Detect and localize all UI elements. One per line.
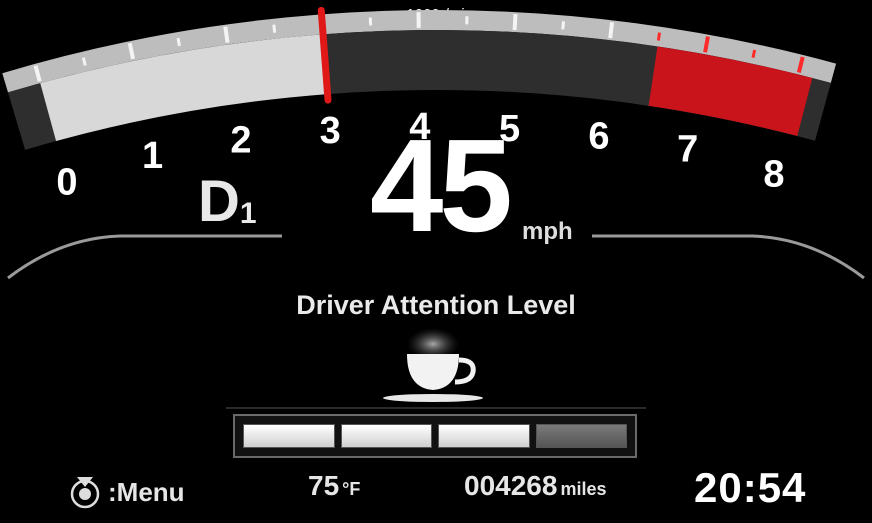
tach-label: 0 [56,162,77,200]
speed-unit: mph [522,218,573,245]
gear-letter: D [198,169,240,234]
menu-label: :Menu [108,476,185,507]
menu-hint: :Menu [68,470,185,514]
attention-level-bar [233,414,637,458]
tach-tick [751,49,757,59]
tach-label: 3 [320,110,341,152]
outside-temperature: 75 °F [308,470,360,514]
tach-tick [703,36,710,53]
steering-control-icon [70,477,100,509]
tach-tick [608,22,615,39]
clock: 20:54 [694,464,807,511]
tach-label: 6 [588,115,609,157]
attention-title: Driver Attention Level [296,290,576,320]
odometer-value: 004268 [464,470,558,501]
tach-tick [561,21,565,30]
attention-segment [340,424,432,448]
tach-tick [512,13,518,31]
tach-tick [272,24,277,33]
attention-segment [438,424,530,448]
tach-tick [176,37,181,47]
coffee-cup-icon [383,328,483,402]
speed-value: 45 [370,112,513,259]
temperature-unit: °F [342,479,361,499]
tach-label: 2 [230,120,251,162]
tach-tick [656,32,662,41]
tach-tick [81,57,87,66]
attention-segment [535,424,627,448]
temperature-value: 75 [308,470,340,501]
tach-label: 8 [763,153,784,195]
tach-label: 7 [677,129,698,171]
tach-label: 1 [142,135,163,177]
attention-segment [243,424,335,448]
gear-number: 1 [239,197,257,230]
tach-tick [223,26,230,43]
odometer: 004268 miles [464,470,606,514]
gear-indicator: D1 [198,168,257,235]
odometer-unit: miles [560,479,607,499]
